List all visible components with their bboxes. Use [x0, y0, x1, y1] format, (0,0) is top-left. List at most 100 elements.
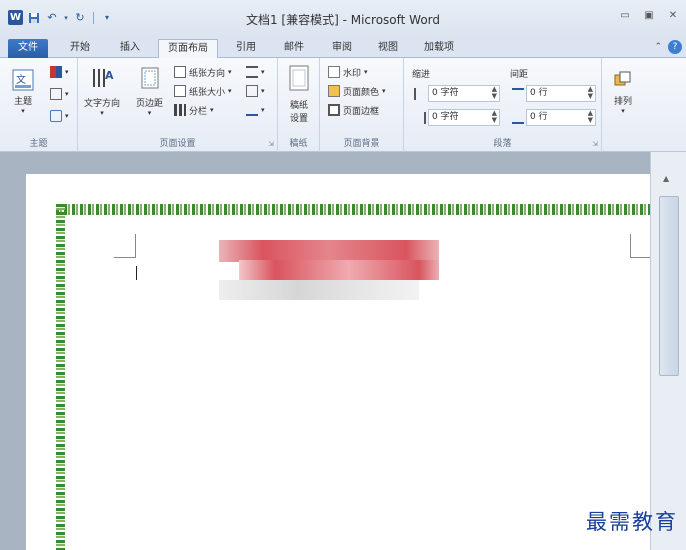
blurred-text — [219, 240, 439, 302]
tab-review[interactable]: 审阅 — [324, 39, 360, 58]
margins-icon — [137, 64, 163, 92]
group-page-background: 水印 ▾ 页面颜色 ▾ 页面边框 页面背景 — [320, 58, 404, 152]
document-area: ▲ — [0, 152, 686, 550]
orientation-label: 纸张方向 — [189, 68, 226, 79]
tab-home[interactable]: 开始 — [62, 39, 98, 58]
group-draft: 稿纸 设置 稿纸 — [278, 58, 320, 152]
ribbon: 文 主题 ▾ ▾ ▾ ▾ 主题 A 文字方向 ▾ 页边距 ▾ 纸张方向 ▾ 纸张… — [0, 58, 686, 152]
spacing-before-spinner-icon[interactable]: ▲ ▼ — [588, 86, 593, 100]
text-direction-label: 文字方向 — [84, 99, 121, 109]
theme-effects-button[interactable]: ▾ — [50, 108, 69, 124]
breaks-button[interactable]: ▾ — [246, 64, 265, 80]
tab-page-layout[interactable]: 页面布局 — [158, 39, 218, 59]
spacing-before-input[interactable]: 0 行 ▲ ▼ — [526, 85, 596, 102]
window-controls: ▭ ▣ ✕ — [618, 10, 680, 21]
size-button[interactable]: 纸张大小 ▾ — [174, 83, 232, 99]
line-numbers-button[interactable]: ▾ — [246, 83, 265, 99]
tab-addins[interactable]: 加载项 — [416, 39, 462, 58]
margins-label: 页边距 — [136, 99, 164, 109]
text-direction-dropdown-icon: ▾ — [100, 109, 104, 117]
group-label-paragraph: 段落 — [493, 139, 512, 149]
group-paragraph: 缩进 间距 0 字符 ▲ ▼ 0 字符 ▲ ▼ 0 行 ▲ ▼ 0 行 ▲ ▼ 段落 ⇲ — [404, 58, 602, 152]
help-icon[interactable]: ? — [668, 40, 682, 54]
hyphenation-button[interactable]: ▾ — [246, 102, 265, 118]
draft-paper-icon — [286, 64, 312, 92]
blurred-block-bottom — [219, 280, 419, 300]
draft-label-line2: 设置 — [289, 114, 308, 124]
minimize-ribbon-icon[interactable]: ⌃ — [654, 42, 662, 52]
theme-colors-button[interactable]: ▾ — [50, 64, 69, 80]
ribbon-right-controls: ⌃ ? — [654, 40, 682, 54]
ribbon-tab-bar: 文件 开始 插入 页面布局 引用 邮件 审阅 视图 加载项 ⌃ ? — [0, 36, 686, 59]
spacing-header: 间距 — [510, 70, 529, 80]
margins-button[interactable]: 页边距 ▾ — [136, 64, 163, 117]
indent-right-input[interactable]: 0 字符 ▲ ▼ — [428, 109, 500, 126]
draft-settings-button[interactable]: 稿纸 设置 — [286, 64, 312, 124]
spacing-before-icon — [512, 88, 524, 100]
tab-view[interactable]: 视图 — [370, 39, 406, 58]
themes-icon: 文 — [10, 66, 36, 94]
indent-right-value: 0 字符 — [432, 112, 459, 122]
margins-dropdown-icon: ▾ — [147, 109, 152, 117]
indent-left-spinner-icon[interactable]: ▲ ▼ — [492, 86, 497, 100]
svg-text:文: 文 — [16, 73, 26, 86]
scroll-up-icon[interactable]: ▲ — [663, 174, 669, 183]
orientation-icon — [174, 66, 186, 78]
title-bar: W ↶ ▾ ↻ ▾ 文档1 [兼容模式] - Microsoft Word ▭ … — [0, 0, 686, 36]
group-page-setup: A 文字方向 ▾ 页边距 ▾ 纸张方向 ▾ 纸张大小 ▾ 分栏 ▾ ▾ ▾ ▾ … — [78, 58, 278, 152]
page-borders-label: 页面边框 — [343, 106, 380, 117]
text-direction-icon: A — [89, 64, 115, 92]
minimize-icon[interactable]: ▭ — [618, 10, 632, 21]
watermark-icon — [328, 66, 340, 78]
document-page[interactable] — [26, 174, 650, 550]
tab-mailings[interactable]: 邮件 — [276, 39, 312, 58]
paragraph-launcher-icon[interactable]: ⇲ — [592, 140, 598, 148]
scroll-thumb[interactable] — [659, 196, 679, 376]
columns-icon — [174, 104, 186, 116]
indent-left-icon — [414, 88, 426, 100]
indent-right-icon — [414, 112, 426, 124]
watermark-text: 最需教育 — [586, 510, 678, 534]
close-icon[interactable]: ✕ — [666, 10, 680, 21]
theme-fonts-button[interactable]: ▾ — [50, 86, 69, 102]
indent-right-spinner-icon[interactable]: ▲ ▼ — [492, 110, 497, 124]
arrange-button[interactable]: 排列 ▾ — [610, 66, 636, 115]
maximize-icon[interactable]: ▣ — [642, 10, 656, 21]
orientation-button[interactable]: 纸张方向 ▾ — [174, 64, 232, 80]
svg-text:A: A — [105, 69, 114, 82]
group-themes: 文 主题 ▾ ▾ ▾ ▾ 主题 — [0, 58, 78, 152]
page-color-icon — [328, 85, 340, 97]
text-direction-button[interactable]: A 文字方向 ▾ — [84, 64, 120, 117]
tab-insert[interactable]: 插入 — [112, 39, 148, 58]
theme-colors-icon — [50, 66, 62, 78]
indent-left-input[interactable]: 0 字符 ▲ ▼ — [428, 85, 500, 102]
hyphenation-icon — [246, 104, 258, 116]
watermark-button[interactable]: 水印 ▾ — [328, 64, 368, 80]
spacing-after-value: 0 行 — [530, 112, 548, 122]
spacing-before-value: 0 行 — [530, 88, 548, 98]
tab-file[interactable]: 文件 — [8, 39, 48, 58]
columns-button[interactable]: 分栏 ▾ — [174, 102, 214, 118]
themes-dropdown-icon: ▾ — [21, 107, 25, 115]
group-label-page-setup: 页面设置 — [159, 139, 196, 149]
page-border-top — [56, 204, 650, 215]
breaks-icon — [246, 66, 258, 78]
themes-button[interactable]: 文 主题 ▾ — [10, 66, 36, 115]
page-borders-icon — [328, 104, 340, 116]
indent-left-value: 0 字符 — [432, 88, 459, 98]
vertical-scrollbar[interactable]: ▲ — [650, 152, 686, 550]
watermark-label: 水印 — [343, 68, 362, 79]
spacing-after-spinner-icon[interactable]: ▲ ▼ — [588, 110, 593, 124]
page-color-button[interactable]: 页面颜色 ▾ — [328, 83, 386, 99]
spacing-after-input[interactable]: 0 行 ▲ ▼ — [526, 109, 596, 126]
page-setup-launcher-icon[interactable]: ⇲ — [268, 140, 274, 148]
size-label: 纸张大小 — [189, 87, 226, 98]
text-cursor — [136, 266, 137, 280]
arrange-icon — [610, 66, 636, 94]
arrange-dropdown-icon: ▾ — [621, 107, 625, 115]
group-label-draft: 稿纸 — [289, 139, 308, 149]
group-arrange: 排列 ▾ — [602, 58, 646, 152]
page-borders-button[interactable]: 页面边框 — [328, 102, 379, 118]
spacing-after-icon — [512, 112, 524, 124]
tab-references[interactable]: 引用 — [228, 39, 264, 58]
